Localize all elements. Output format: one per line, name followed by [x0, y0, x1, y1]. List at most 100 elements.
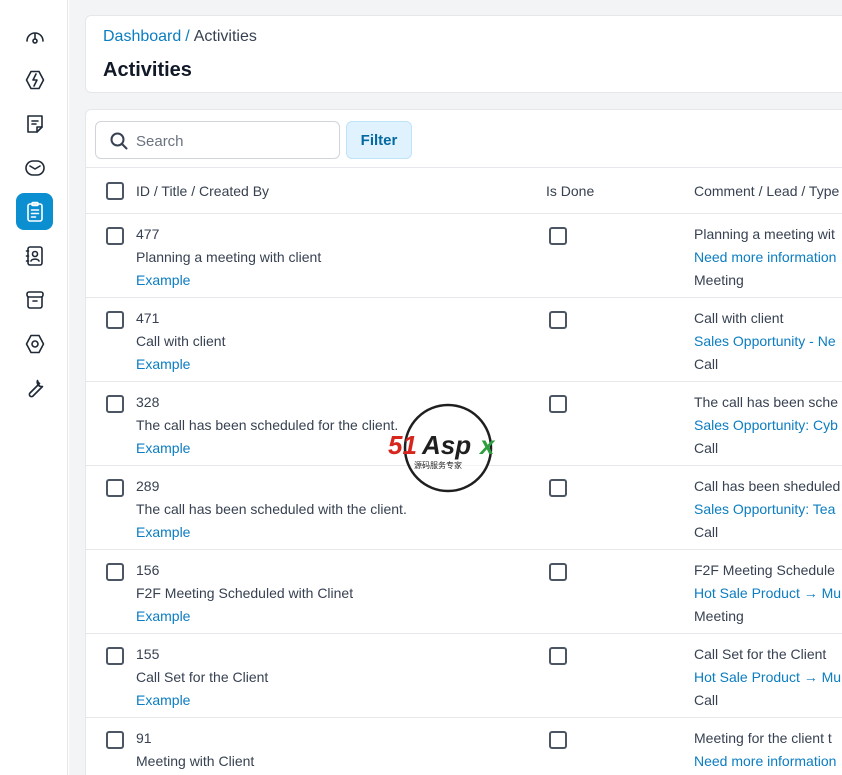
leads-icon: [25, 70, 44, 89]
table-row[interactable]: 91 Meeting with Client Meeting for the cli…: [86, 718, 842, 775]
table-header: ID / Title / Created By Is Done Comment …: [86, 168, 842, 214]
select-all-checkbox[interactable]: [106, 182, 124, 200]
nav-settings[interactable]: [16, 325, 53, 362]
table-row[interactable]: 155 Call Set for the Client Example Call Se…: [86, 634, 842, 718]
contacts-book-icon: [25, 245, 43, 266]
table-row[interactable]: 477 Planning a meeting with client Example…: [86, 214, 842, 298]
activity-title: Planning a meeting with client: [136, 249, 322, 265]
activity-comment: Planning a meeting wit: [694, 226, 835, 242]
search-field: [95, 121, 340, 159]
column-header-id-title[interactable]: ID / Title / Created By: [136, 183, 269, 199]
svg-text:Asp: Asp: [421, 430, 471, 460]
dashboard-gauge-icon: [25, 31, 44, 44]
nav-activities[interactable]: [16, 193, 53, 230]
activity-id: 328: [136, 394, 160, 410]
activity-comment: Call has been sheduled: [694, 478, 841, 494]
lead-link[interactable]: Need more information: [694, 753, 836, 769]
main-content: Dashboard/Activities Activities Filter I…: [69, 0, 842, 775]
row-select-checkbox[interactable]: [106, 647, 124, 665]
nav-quotes[interactable]: [16, 105, 53, 142]
is-done-checkbox[interactable]: [549, 227, 567, 245]
activity-type: Meeting: [694, 272, 744, 288]
breadcrumb-dashboard-link[interactable]: Dashboard: [103, 28, 181, 45]
lead-link[interactable]: Sales Opportunity: Tea: [694, 501, 835, 517]
activity-type: Meeting: [694, 608, 744, 624]
is-done-checkbox[interactable]: [549, 479, 567, 497]
activity-title: The call has been scheduled with the cli…: [136, 501, 407, 517]
is-done-checkbox[interactable]: [549, 563, 567, 581]
search-icon: [110, 132, 128, 150]
settings-hexagon-icon: [25, 334, 44, 353]
row-select-checkbox[interactable]: [106, 311, 124, 329]
created-by-link[interactable]: Example: [136, 524, 190, 540]
is-done-checkbox[interactable]: [549, 731, 567, 749]
activity-id: 155: [136, 646, 160, 662]
svg-text:x: x: [478, 430, 496, 460]
created-by-link[interactable]: Example: [136, 692, 190, 708]
activity-title: Call with client: [136, 333, 226, 349]
quotes-icon: [26, 114, 43, 133]
breadcrumb: Dashboard / Activities: [103, 28, 257, 46]
activity-id: 289: [136, 478, 160, 494]
activity-type: Call: [694, 524, 719, 540]
mail-icon: [24, 159, 45, 176]
activities-clipboard-icon: [26, 201, 43, 222]
svg-text:51: 51: [388, 430, 417, 460]
column-header-is-done[interactable]: Is Done: [546, 183, 594, 199]
lead-link[interactable]: Sales Opportunity - Ne: [694, 333, 836, 349]
activity-title: F2F Meeting Scheduled with Clinet: [136, 585, 354, 601]
lead-link[interactable]: Sales Opportunity: Cyb: [694, 417, 838, 433]
activity-title: Meeting with Client: [136, 753, 255, 769]
activity-comment: Meeting for the client t: [694, 730, 832, 746]
configuration-wrench-icon: [28, 379, 43, 397]
activity-comment: Call with client: [694, 310, 784, 326]
created-by-link[interactable]: Example: [136, 272, 190, 288]
activity-comment: Call Set for the Client: [694, 646, 827, 662]
activity-comment: The call has been sche: [694, 394, 838, 410]
activity-id: 477: [136, 226, 160, 242]
column-header-comment-lead-type[interactable]: Comment / Lead / Type: [694, 183, 839, 199]
created-by-link[interactable]: Example: [136, 440, 190, 456]
page-header: Dashboard / Activities Activities: [85, 15, 842, 93]
table-toolbar: Filter: [86, 110, 842, 168]
breadcrumb-current: Activities: [193, 28, 257, 45]
sidebar: [0, 0, 68, 775]
products-box-icon: [25, 290, 44, 309]
watermark-logo: 51 Asp x 源码服务专家: [386, 402, 512, 494]
activity-id: 91: [136, 730, 152, 746]
created-by-link[interactable]: Example: [136, 356, 190, 372]
table-row[interactable]: 471 Call with client Example Call with clie…: [86, 298, 842, 382]
nav-dashboard[interactable]: [16, 17, 53, 54]
nav-leads[interactable]: [16, 61, 53, 98]
svg-text:源码服务专家: 源码服务专家: [414, 460, 462, 470]
row-select-checkbox[interactable]: [106, 479, 124, 497]
is-done-checkbox[interactable]: [549, 647, 567, 665]
row-select-checkbox[interactable]: [106, 731, 124, 749]
nav-configuration[interactable]: [16, 369, 53, 406]
activity-type: Call: [694, 356, 719, 372]
activity-type: Call: [694, 440, 719, 456]
activity-id: 471: [136, 310, 160, 326]
breadcrumb-separator: /: [185, 28, 190, 45]
table-row[interactable]: 156 F2F Meeting Scheduled with Clinet Exam…: [86, 550, 842, 634]
nav-mail[interactable]: [16, 149, 53, 186]
is-done-checkbox[interactable]: [549, 311, 567, 329]
is-done-checkbox[interactable]: [549, 395, 567, 413]
row-select-checkbox[interactable]: [106, 227, 124, 245]
page-title: Activities: [103, 59, 192, 81]
row-select-checkbox[interactable]: [106, 563, 124, 581]
activity-comment: F2F Meeting Schedule: [694, 562, 835, 578]
activity-title: The call has been scheduled for the clie…: [136, 417, 399, 433]
search-input[interactable]: [136, 130, 331, 152]
row-select-checkbox[interactable]: [106, 395, 124, 413]
nav-contacts[interactable]: [16, 237, 53, 274]
activity-title: Call Set for the Client: [136, 669, 269, 685]
lead-link[interactable]: Hot Sale Product → Mu: [694, 585, 841, 601]
lead-link[interactable]: Need more information: [694, 249, 836, 265]
nav-products[interactable]: [16, 281, 53, 318]
created-by-link[interactable]: Example: [136, 608, 190, 624]
filter-button[interactable]: Filter: [346, 121, 412, 159]
lead-link[interactable]: Hot Sale Product → Mu: [694, 669, 841, 685]
activity-type: Call: [694, 692, 719, 708]
activity-id: 156: [136, 562, 160, 578]
